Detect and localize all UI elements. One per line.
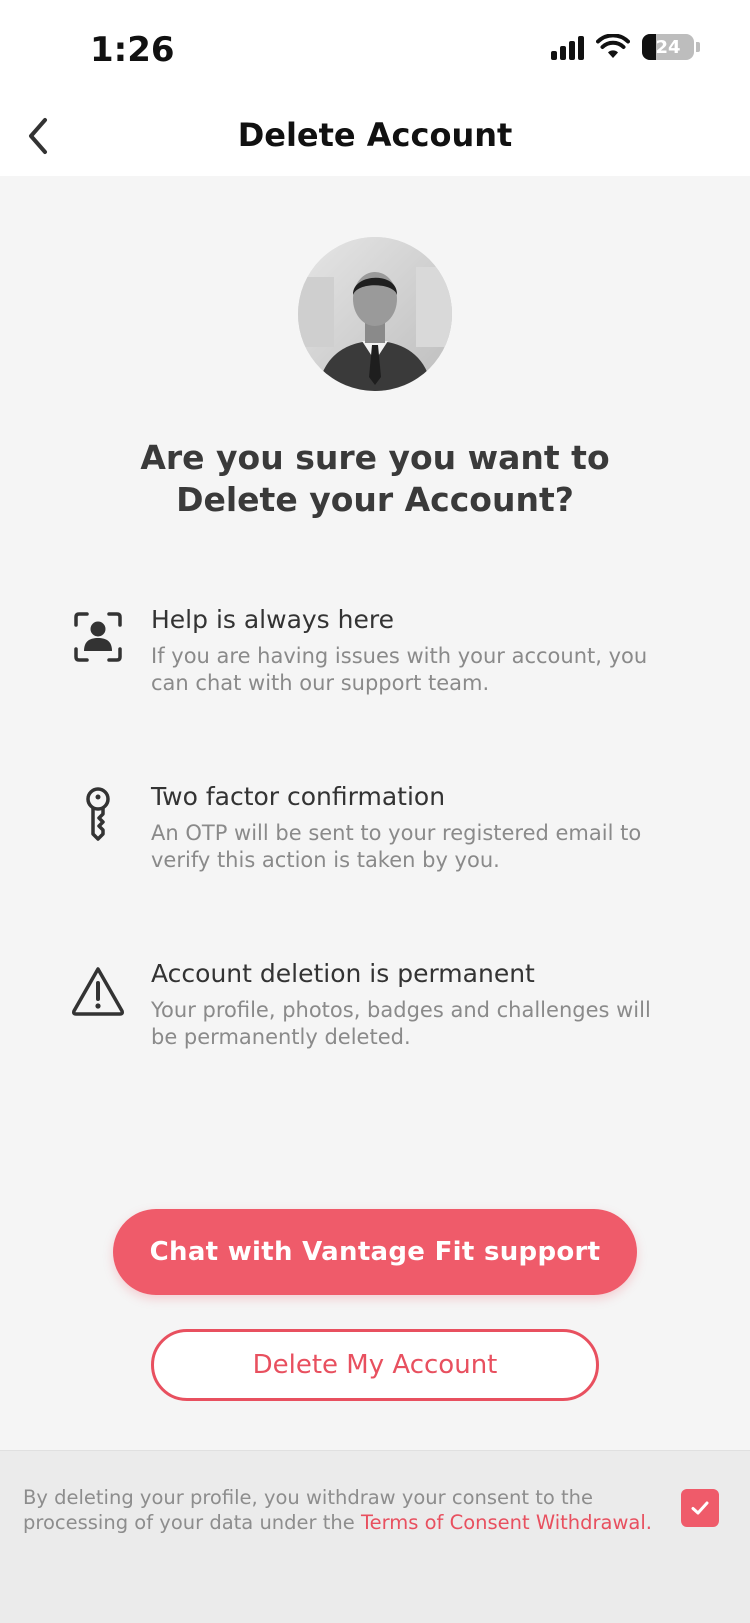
key-icon bbox=[86, 787, 110, 841]
checkmark-icon bbox=[691, 1501, 709, 1515]
support-person-icon bbox=[74, 612, 122, 662]
nav-bar: Delete Account bbox=[0, 100, 750, 176]
info-title: Help is always here bbox=[151, 605, 394, 634]
page-title: Delete Account bbox=[237, 116, 513, 154]
battery-tip bbox=[696, 42, 700, 52]
battery-icon: 24 bbox=[642, 34, 694, 60]
consent-footer: By deleting your profile, you withdraw y… bbox=[0, 1450, 750, 1623]
consent-checkbox[interactable] bbox=[681, 1489, 719, 1527]
status-time: 1:26 bbox=[90, 30, 175, 70]
delete-account-button[interactable]: Delete My Account bbox=[151, 1329, 599, 1401]
avatar bbox=[298, 237, 452, 391]
signal-icon bbox=[551, 34, 584, 60]
battery-level: 24 bbox=[655, 36, 681, 58]
status-icons: 24 bbox=[551, 34, 700, 60]
info-description: Your profile, photos, badges and challen… bbox=[151, 998, 651, 1049]
info-title: Two factor confirmation bbox=[151, 782, 446, 811]
status-bar: 1:26 24 bbox=[0, 0, 750, 100]
info-description: An OTP will be sent to your registered e… bbox=[151, 821, 642, 872]
profile-photo bbox=[298, 237, 452, 391]
wifi-icon bbox=[596, 34, 630, 58]
consent-withdrawal-link[interactable]: Terms of Consent Withdrawal. bbox=[361, 1511, 652, 1534]
info-description: If you are having issues with your accou… bbox=[151, 644, 648, 695]
info-title: Account deletion is permanent bbox=[151, 959, 535, 988]
chat-support-button[interactable]: Chat with Vantage Fit support bbox=[113, 1209, 637, 1295]
warning-icon bbox=[72, 967, 124, 1016]
consent-text: By deleting your profile, you withdraw y… bbox=[23, 1485, 663, 1535]
confirm-question: Are you sure you want to Delete your Acc… bbox=[140, 438, 610, 519]
